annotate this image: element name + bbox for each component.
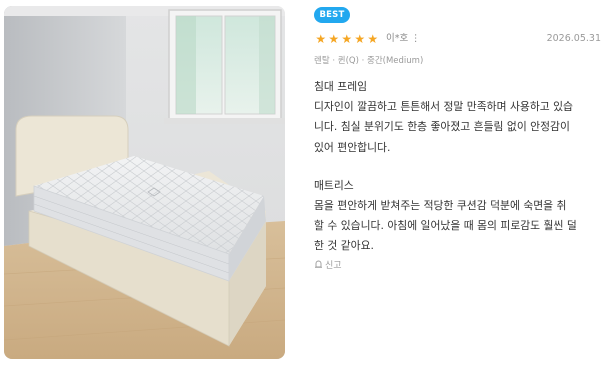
purchase-options: 렌탈 · 퀸(Q) · 중간(Medium) [314, 56, 424, 66]
star-icon: ★ [354, 32, 365, 46]
review-section-frame: 침대 프레임 디자인이 깔끔하고 튼튼해서 정말 만족하며 사용하고 있습 니다… [314, 77, 601, 158]
star-icon: ★ [315, 32, 326, 46]
review-date: 2026.05.31 [546, 33, 601, 44]
review-photo[interactable] [4, 6, 285, 359]
review-section-mattress: 매트리스 몸을 편안하게 받쳐주는 적당한 쿠션감 덕분에 숙면을 취 할 수 … [314, 176, 601, 257]
review-meta: ★ ★ ★ ★ ★ 이*호 ⋮ 2026.05.31 [314, 32, 601, 46]
review-body: 침대 프레임 디자인이 깔끔하고 튼튼해서 정말 만족하며 사용하고 있습 니다… [314, 77, 601, 257]
author-name: 이*호 [386, 33, 409, 44]
star-rating: ★ ★ ★ ★ ★ [314, 32, 379, 46]
review-line: 니다. 침실 분위기도 한층 좋아졌고 흔들림 없이 안정감이 [314, 120, 570, 134]
report-button[interactable]: 신고 [314, 259, 342, 272]
report-label: 신고 [325, 261, 342, 271]
review-line: 몸을 편안하게 받쳐주는 적당한 쿠션감 덕분에 숙면을 취 [314, 199, 567, 213]
review-line: 할 수 있습니다. 아침에 일어났을 때 몸의 피로감도 훨씬 덜 [314, 219, 577, 233]
star-icon: ★ [328, 32, 339, 46]
star-icon: ★ [367, 32, 378, 46]
section-title: 침대 프레임 [314, 80, 368, 93]
review-line: 디자인이 깔끔하고 튼튼해서 정말 만족하며 사용하고 있습 [314, 100, 573, 114]
kebab-icon[interactable]: ⋮ [411, 33, 421, 45]
star-icon: ★ [341, 32, 352, 46]
best-badge: BEST [314, 7, 350, 23]
review-line: 있어 편안합니다. [314, 140, 391, 154]
siren-icon [314, 259, 323, 272]
review-line: 한 것 같아요. [314, 239, 374, 253]
section-title: 매트리스 [314, 178, 354, 192]
